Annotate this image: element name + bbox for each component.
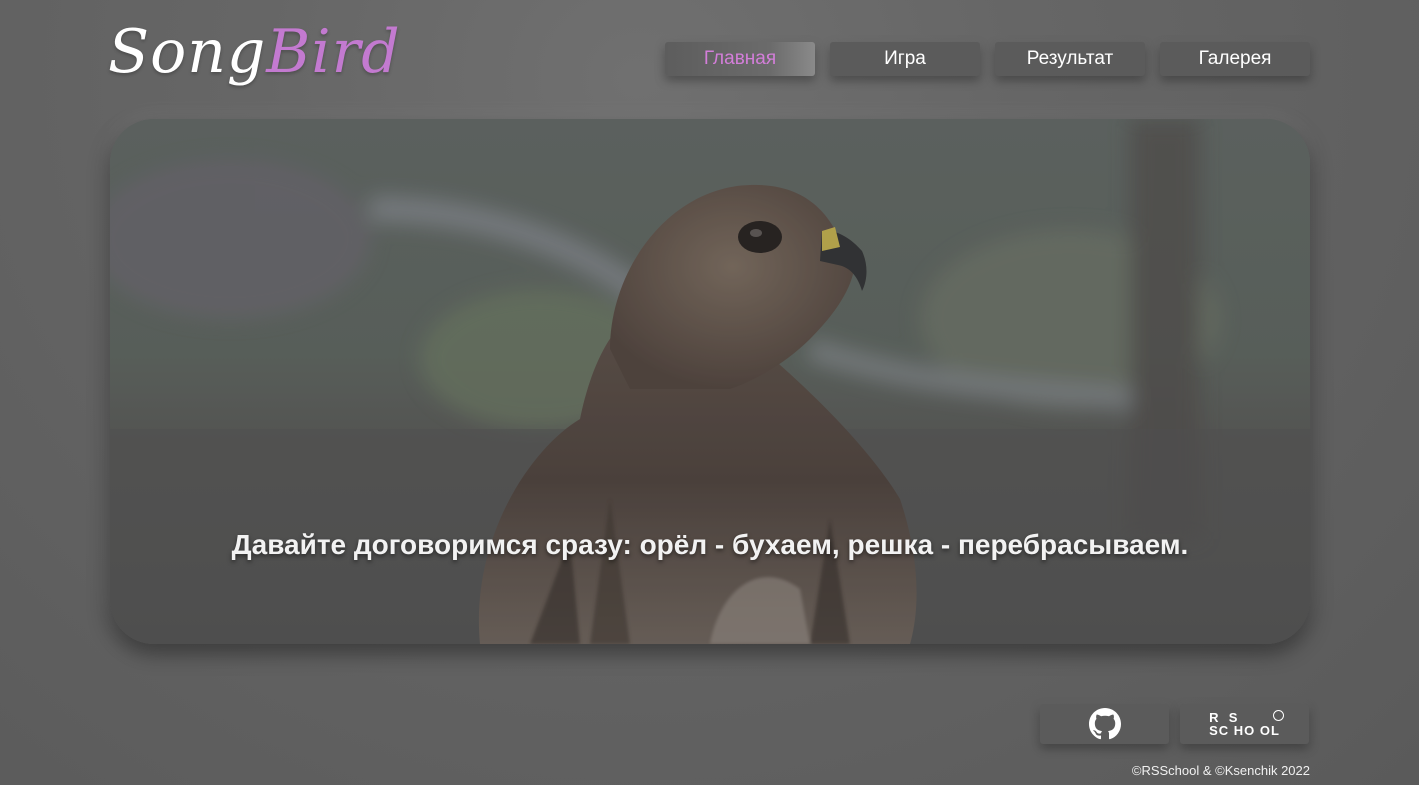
github-button[interactable] [1040, 704, 1169, 744]
nav-gallery[interactable]: Галерея [1160, 42, 1310, 76]
main-nav: Главная Игра Результат Галерея [665, 42, 1310, 76]
hero-overlay [110, 119, 1310, 644]
rs-school-button[interactable]: R S SC HO OL [1180, 704, 1309, 744]
rs-school-logo: R S SC HO OL [1209, 710, 1284, 738]
rs-logo-emblem [1272, 710, 1284, 721]
logo-song: Song [108, 17, 267, 87]
nav-main[interactable]: Главная [665, 42, 815, 76]
footer-links: R S SC HO OL [1040, 704, 1309, 744]
github-icon [1088, 708, 1121, 740]
site-logo[interactable]: SongBird [108, 12, 401, 92]
hero-banner: Давайте договоримся сразу: орёл - бухаем… [110, 119, 1310, 644]
hero-caption: Давайте договоримся сразу: орёл - бухаем… [231, 529, 1189, 560]
copyright-text: ©RSSchool & ©Ksenchik 2022 [1131, 763, 1310, 778]
nav-results[interactable]: Результат [995, 42, 1145, 76]
nav-game[interactable]: Игра [830, 42, 980, 76]
logo-bird: Bird [266, 17, 401, 87]
rs-logo-row2: SC HO OL [1209, 723, 1280, 738]
